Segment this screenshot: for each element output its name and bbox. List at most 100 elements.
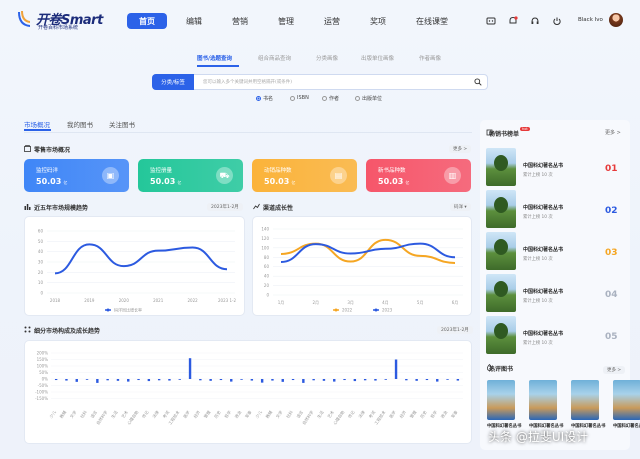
tab-author-profile[interactable]: 作者画像 bbox=[419, 54, 441, 62]
retail-more-button[interactable]: 更多 > bbox=[449, 145, 472, 153]
bar[interactable] bbox=[425, 379, 429, 381]
hot-book-cover[interactable] bbox=[571, 380, 599, 420]
book-cover[interactable] bbox=[486, 190, 516, 228]
tab-book-query[interactable]: 图书/选题查询 bbox=[197, 54, 232, 62]
bar[interactable] bbox=[157, 379, 161, 381]
book-rank-count: 累计上榜 10 次 bbox=[523, 257, 553, 262]
bar[interactable] bbox=[240, 379, 243, 380]
bar[interactable] bbox=[384, 379, 387, 380]
bar[interactable] bbox=[415, 379, 418, 381]
bar[interactable] bbox=[168, 379, 171, 381]
nav-awards[interactable]: 奖项 bbox=[366, 13, 390, 29]
book-cover[interactable] bbox=[486, 148, 516, 186]
category-tag-button[interactable]: 分类/标签 bbox=[152, 74, 194, 90]
channel-metric-select[interactable]: 码洋 ▾ bbox=[450, 203, 471, 211]
book-title[interactable]: 中国科幻著名丛书 bbox=[523, 162, 563, 169]
bar[interactable] bbox=[127, 379, 130, 382]
screen-icon[interactable] bbox=[486, 16, 496, 26]
bar[interactable] bbox=[353, 379, 357, 382]
bar[interactable] bbox=[446, 379, 449, 380]
nav-home[interactable]: 首页 bbox=[127, 13, 167, 29]
hot-book-cover[interactable] bbox=[487, 380, 515, 420]
bar[interactable] bbox=[291, 379, 295, 381]
headset-icon[interactable] bbox=[530, 16, 540, 26]
bar-chart-icon bbox=[24, 204, 31, 210]
nav-online-course[interactable]: 在线课堂 bbox=[412, 13, 452, 29]
book-title[interactable]: 中国科幻著名丛书 bbox=[523, 246, 563, 253]
tab-my-books[interactable]: 我的图书 bbox=[67, 119, 93, 129]
bar[interactable] bbox=[302, 379, 305, 383]
bar[interactable] bbox=[106, 379, 109, 381]
stat-card-monitor-value[interactable]: 监控码洋 50.03 亿 ▣ bbox=[24, 159, 129, 192]
stat-card-monitor-volume[interactable]: 监控册量 50.03 亿 ⛟ bbox=[138, 159, 243, 192]
bar[interactable] bbox=[271, 379, 274, 381]
user-name[interactable]: Black Ivo bbox=[578, 17, 603, 23]
hot-book-title[interactable]: 中国科幻著名丛书 bbox=[613, 423, 640, 429]
tab-followed-books[interactable]: 关注图书 bbox=[109, 119, 135, 129]
tab-market-overview[interactable]: 市场概况 bbox=[24, 119, 50, 129]
radio-publisher[interactable]: 出版单位 bbox=[355, 95, 382, 102]
bar[interactable] bbox=[219, 379, 223, 381]
nav-edit[interactable]: 编辑 bbox=[182, 13, 206, 29]
bar[interactable] bbox=[116, 379, 120, 381]
x-tick-label: 3月 bbox=[347, 300, 354, 305]
nav-marketing[interactable]: 营销 bbox=[228, 13, 252, 29]
segment-range-select[interactable]: 2023年1-2月 bbox=[437, 326, 473, 334]
card-value: 50.03 亿 bbox=[36, 177, 68, 186]
x-tick-label: 少儿 bbox=[253, 409, 263, 419]
bar[interactable] bbox=[96, 379, 99, 383]
radio-isbn[interactable]: ISBN bbox=[290, 95, 309, 101]
radio-author[interactable]: 作者 bbox=[322, 95, 339, 102]
bar[interactable] bbox=[333, 379, 336, 382]
bar[interactable] bbox=[230, 379, 233, 382]
trend-range-select[interactable]: 2023年1-2月 bbox=[207, 203, 243, 211]
book-cover[interactable] bbox=[486, 274, 516, 312]
hot-book-cover[interactable] bbox=[613, 380, 640, 420]
bar[interactable] bbox=[281, 379, 284, 382]
bar[interactable] bbox=[209, 379, 212, 381]
nav-manage[interactable]: 管理 bbox=[274, 13, 298, 29]
bar[interactable] bbox=[363, 379, 367, 381]
power-icon[interactable] bbox=[552, 16, 562, 26]
stat-card-active-titles[interactable]: 动销品种数 50.03 亿 ▤ bbox=[252, 159, 357, 192]
bar[interactable] bbox=[456, 379, 460, 381]
bell-icon[interactable] bbox=[508, 16, 518, 26]
bar[interactable] bbox=[147, 379, 151, 382]
book-cover[interactable] bbox=[486, 316, 516, 354]
stat-card-new-titles[interactable]: 新书品种数 50.03 亿 ▥ bbox=[366, 159, 471, 192]
book-title[interactable]: 中国科幻著名丛书 bbox=[523, 330, 563, 337]
nav-operation[interactable]: 运营 bbox=[320, 13, 344, 29]
bestseller-more-button[interactable]: 更多 > bbox=[605, 129, 621, 136]
x-tick-label: 文学 bbox=[68, 409, 78, 419]
search-icon[interactable] bbox=[474, 78, 482, 86]
book-cover[interactable] bbox=[486, 232, 516, 270]
bar[interactable] bbox=[137, 379, 140, 381]
bar[interactable] bbox=[250, 379, 254, 381]
hot-book-cover[interactable] bbox=[529, 380, 557, 420]
bar[interactable] bbox=[199, 379, 202, 381]
bar[interactable] bbox=[405, 379, 408, 381]
bar[interactable] bbox=[394, 359, 398, 380]
x-tick-label: 医学 bbox=[181, 409, 191, 419]
avatar[interactable] bbox=[609, 13, 623, 27]
bar[interactable] bbox=[343, 379, 346, 381]
hot-review-more-button[interactable]: 更多 > bbox=[603, 366, 626, 374]
tab-publisher-profile[interactable]: 出版单位画像 bbox=[361, 54, 394, 62]
bar[interactable] bbox=[322, 379, 326, 381]
x-tick-label: 文学 bbox=[274, 409, 284, 419]
radio-title[interactable]: 书名 bbox=[256, 95, 273, 102]
tab-category-profile[interactable]: 分类画像 bbox=[316, 54, 338, 62]
book-title[interactable]: 中国科幻著名丛书 bbox=[523, 288, 563, 295]
bar[interactable] bbox=[188, 358, 192, 379]
book-title[interactable]: 中国科幻著名丛书 bbox=[523, 204, 563, 211]
bar[interactable] bbox=[75, 379, 78, 382]
bar[interactable] bbox=[65, 379, 68, 381]
bar[interactable] bbox=[312, 379, 315, 381]
bar[interactable] bbox=[178, 379, 181, 380]
bar[interactable] bbox=[54, 379, 58, 381]
tab-combo-query[interactable]: 组合商品查询 bbox=[258, 54, 291, 62]
bar[interactable] bbox=[260, 379, 264, 383]
bar[interactable] bbox=[374, 379, 377, 381]
bar[interactable] bbox=[85, 379, 89, 380]
bar[interactable] bbox=[436, 379, 439, 382]
